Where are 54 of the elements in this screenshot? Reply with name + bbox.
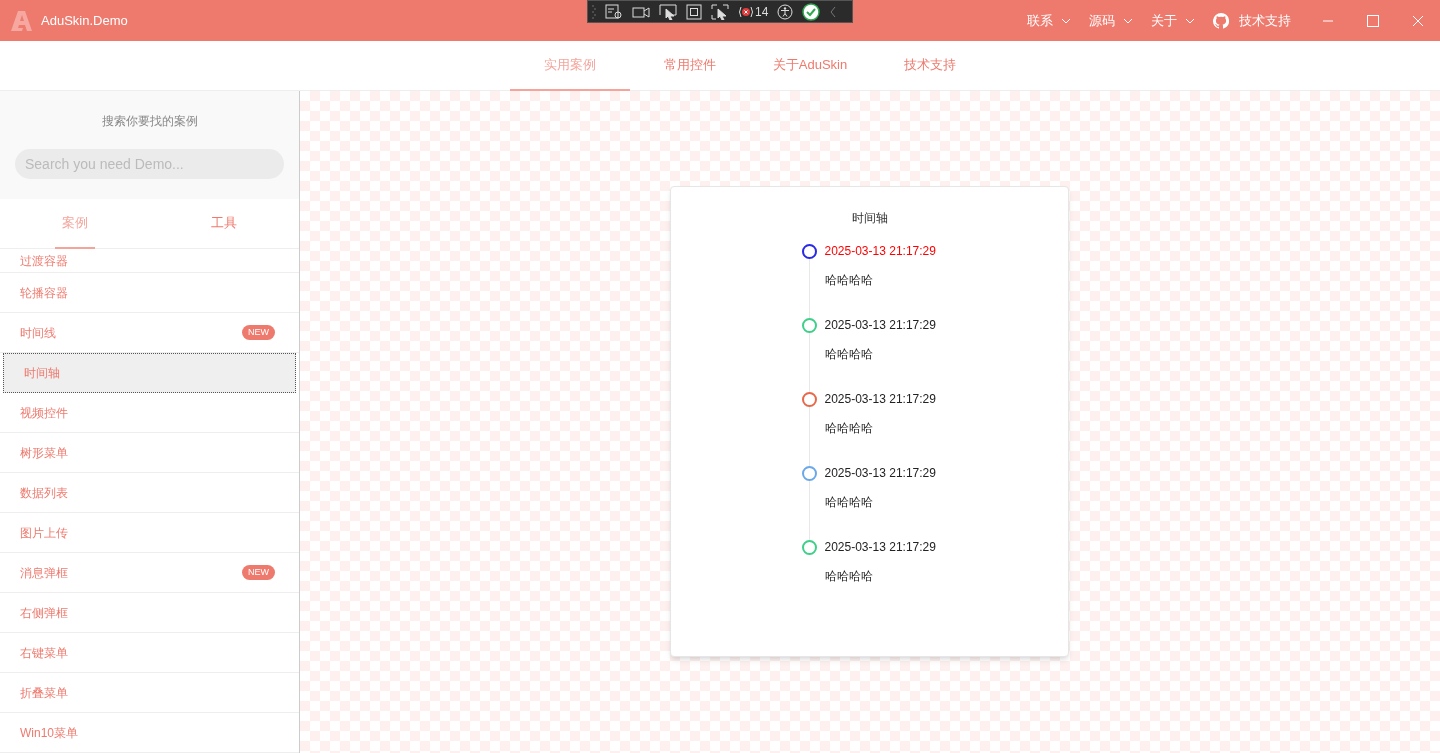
new-badge: NEW	[242, 564, 275, 581]
nav-tab[interactable]: 技术支持	[870, 41, 990, 90]
binding-failures-counter[interactable]: 14	[738, 2, 769, 21]
event-time: 2025-03-13 21:17:29	[824, 540, 936, 555]
support-link[interactable]: 技术支持	[1213, 10, 1291, 31]
event-text: 哈哈哈哈	[824, 346, 874, 363]
event-text: 哈哈哈哈	[824, 272, 874, 289]
sidebar-item[interactable]: 数据列表	[0, 473, 299, 513]
sidebar-item[interactable]: 图片上传	[0, 513, 299, 553]
new-badge: NEW	[242, 324, 275, 341]
sidebar-tab[interactable]: 工具	[204, 199, 245, 248]
sidebar-item[interactable]: Win10菜单	[0, 713, 299, 753]
timeline-title: 时间轴	[851, 210, 888, 227]
sidebar-item[interactable]: 树形菜单	[0, 433, 299, 473]
github-icon	[1213, 12, 1229, 29]
chevron-down-icon	[1061, 17, 1071, 24]
maximize-icon	[1366, 14, 1379, 27]
sidebar-item[interactable]: 右侧弹框	[0, 593, 299, 633]
sidebar-tab[interactable]: 案例	[54, 199, 95, 249]
event-text: 哈哈哈哈	[824, 420, 874, 437]
menu-dropdown[interactable]: 联系	[1027, 10, 1071, 31]
logo-icon	[11, 10, 32, 31]
grip-icon[interactable]	[592, 3, 596, 20]
broadcast-error-icon	[738, 4, 754, 19]
camera-icon[interactable]	[632, 4, 650, 19]
sidebar-item[interactable]: 右键菜单	[0, 633, 299, 673]
square-icon[interactable]	[686, 3, 702, 20]
nav-tab[interactable]: 常用控件	[630, 41, 750, 90]
nav-tab[interactable]: 关于AduSkin	[750, 41, 870, 90]
chevron-down-icon	[1123, 17, 1133, 24]
event-time: 2025-03-13 21:17:29	[824, 392, 936, 407]
menu-dropdown[interactable]: 源码	[1089, 10, 1133, 31]
event-time: 2025-03-13 21:17:29	[824, 466, 936, 481]
event-time: 2025-03-13 21:17:29	[824, 318, 936, 333]
check-icon[interactable]	[802, 2, 821, 21]
event-text: 哈哈哈哈	[824, 494, 874, 511]
search-title: 搜索你要找的案例	[101, 113, 198, 130]
window-title: AduSkin.Demo	[41, 11, 128, 30]
sidebar-item[interactable]: 视频控件	[0, 393, 299, 433]
live-tree-icon[interactable]	[605, 3, 623, 20]
sidebar-item[interactable]: 折叠菜单	[0, 673, 299, 713]
sidebar-item[interactable]: 时间轴	[3, 353, 296, 393]
menu-dropdown[interactable]: 关于	[1151, 10, 1195, 31]
close-icon	[1411, 14, 1424, 27]
sidebar-item[interactable]: 过渡容器	[0, 249, 299, 273]
sidebar-item[interactable]: 消息弹框 NEW	[0, 553, 299, 593]
event-text: 哈哈哈哈	[824, 568, 874, 585]
accessibility-icon[interactable]	[777, 3, 794, 20]
chevron-left-icon[interactable]	[829, 5, 838, 18]
event-time: 2025-03-13 21:17:29	[824, 244, 936, 259]
cursor-frame-icon[interactable]	[711, 3, 729, 20]
sidebar-item[interactable]: 轮播容器	[0, 273, 299, 313]
cursor-icon[interactable]	[659, 3, 677, 20]
chevron-down-icon	[1185, 17, 1195, 24]
